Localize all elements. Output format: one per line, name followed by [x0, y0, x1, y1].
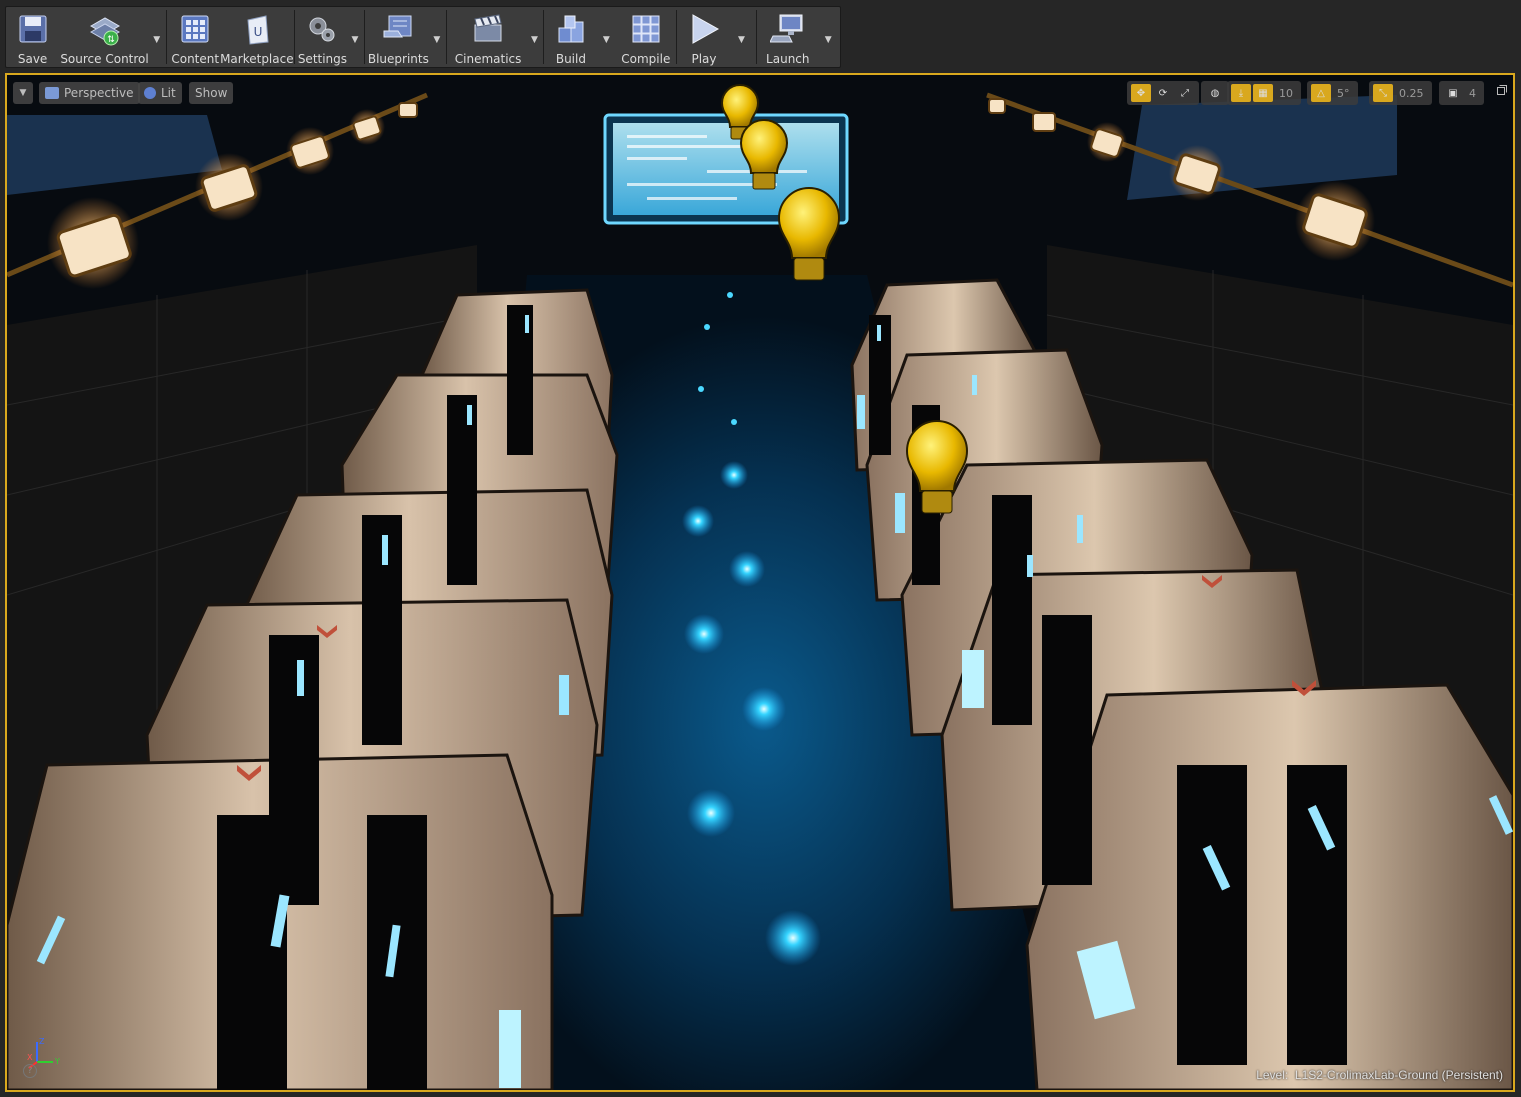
axis-x-label: X	[27, 1053, 33, 1062]
compile-icon	[628, 11, 664, 47]
rotation-snap-value[interactable]: 5°	[1332, 87, 1355, 100]
build-icon	[553, 11, 589, 47]
toolbar-separator	[543, 10, 545, 64]
launch-label: Launch	[766, 52, 810, 66]
cinematics-label: Cinematics	[454, 52, 522, 66]
lit-label: Lit	[161, 86, 176, 100]
content-browser-icon	[177, 11, 213, 47]
play-label: Play	[691, 52, 717, 66]
build-dropdown-arrow[interactable]: ▼	[596, 7, 618, 67]
play-icon	[686, 11, 722, 47]
camera-speed-icon[interactable]: ▣	[1443, 84, 1463, 102]
perspective-icon	[45, 87, 59, 99]
level-viewport[interactable]: ▼ Perspective Lit Show ✥ ⟳ ⤢ ◍ ⤓ ▦ 10 △ …	[5, 73, 1515, 1092]
compile-button[interactable]: Compile	[617, 7, 674, 67]
marketplace-label: Marketplace	[220, 52, 294, 66]
perspective-label: Perspective	[64, 86, 134, 100]
perspective-button[interactable]: Perspective	[39, 82, 140, 104]
blueprints-label: Blueprints	[367, 52, 429, 66]
main-toolbar: Save ⇅ Source Control ▼ Content U Market…	[5, 6, 841, 68]
toolbar-separator	[756, 10, 758, 64]
cinematics-icon	[470, 11, 506, 47]
svg-text:⇅: ⇅	[107, 35, 115, 45]
camera-speed-group: ▣ 4	[1439, 81, 1484, 105]
content-label: Content	[171, 52, 220, 66]
rotation-snap-group: △ 5°	[1307, 81, 1358, 105]
translate-icon[interactable]: ✥	[1131, 84, 1151, 102]
coordinate-system-group: ◍	[1201, 81, 1229, 105]
lit-button[interactable]: Lit	[138, 82, 182, 104]
play-button[interactable]: Play	[679, 7, 728, 67]
cinematics-button[interactable]: Cinematics	[449, 7, 528, 67]
axis-y-label: Y	[54, 1057, 60, 1066]
grid-snap-value[interactable]: 10	[1274, 87, 1298, 100]
toolbar-separator	[445, 10, 447, 64]
toolbar-separator	[363, 10, 365, 64]
source-control-button[interactable]: ⇅ Source Control	[59, 7, 150, 67]
blueprints-dropdown-arrow[interactable]: ▼	[430, 7, 444, 67]
transform-tools-group: ✥ ⟳ ⤢	[1127, 81, 1199, 105]
settings-label: Settings	[297, 52, 348, 66]
content-button[interactable]: Content	[169, 7, 222, 67]
toolbar-separator	[165, 10, 167, 64]
toolbar-separator	[676, 10, 678, 64]
grid-snap-group: ⤓ ▦ 10	[1227, 81, 1301, 105]
launch-icon	[769, 11, 806, 47]
help-icon[interactable]: ?	[23, 1064, 37, 1078]
level-prefix: Level:	[1256, 1068, 1289, 1082]
build-label: Build	[555, 52, 586, 66]
blueprints-icon	[380, 11, 416, 47]
rotate-icon[interactable]: ⟳	[1153, 84, 1173, 102]
marketplace-button[interactable]: U Marketplace	[220, 7, 294, 67]
compile-label: Compile	[621, 52, 671, 66]
scale-snap-group: ⤡ 0.25	[1369, 81, 1432, 105]
level-indicator: Level: L1S2-CrolimaxLab-Ground (Persiste…	[1256, 1068, 1503, 1082]
build-button[interactable]: Build	[546, 7, 595, 67]
scale-snap-value[interactable]: 0.25	[1394, 87, 1429, 100]
chevron-down-icon: ▼	[19, 88, 27, 98]
show-button[interactable]: Show	[189, 82, 234, 104]
launch-dropdown-arrow[interactable]: ▼	[816, 7, 840, 67]
grid-snap-icon[interactable]: ▦	[1253, 84, 1273, 102]
source-control-label: Source Control	[60, 52, 149, 66]
surface-snap-icon[interactable]: ⤓	[1231, 84, 1251, 102]
level-name: L1S2-CrolimaxLab-Ground (Persistent)	[1294, 1068, 1503, 1082]
save-icon	[15, 11, 51, 47]
launch-button[interactable]: Launch	[759, 7, 816, 67]
lit-sphere-icon	[144, 87, 156, 99]
viewport-scene	[7, 75, 1513, 1090]
blueprints-button[interactable]: Blueprints	[367, 7, 430, 67]
settings-button[interactable]: Settings	[297, 7, 348, 67]
play-dropdown-arrow[interactable]: ▼	[729, 7, 755, 67]
axis-z-label: Z	[39, 1037, 45, 1046]
camera-speed-value[interactable]: 4	[1464, 87, 1481, 100]
cinematics-dropdown-arrow[interactable]: ▼	[528, 7, 542, 67]
scale-icon[interactable]: ⤢	[1175, 84, 1195, 102]
save-label: Save	[17, 52, 48, 66]
source-control-dropdown-arrow[interactable]: ▼	[150, 7, 164, 67]
maximize-viewport-icon[interactable]	[1497, 85, 1507, 95]
save-button[interactable]: Save	[6, 7, 59, 67]
scale-snap-icon[interactable]: ⤡	[1373, 84, 1393, 102]
source-control-icon: ⇅	[87, 11, 123, 47]
rotation-snap-icon[interactable]: △	[1311, 84, 1331, 102]
show-label: Show	[195, 86, 228, 100]
viewport-options-dropdown[interactable]: ▼	[13, 82, 33, 104]
marketplace-icon: U	[239, 11, 275, 47]
world-globe-icon[interactable]: ◍	[1205, 84, 1225, 102]
svg-text:U: U	[253, 25, 262, 39]
settings-icon	[304, 11, 340, 47]
toolbar-separator	[293, 10, 295, 64]
settings-dropdown-arrow[interactable]: ▼	[348, 7, 362, 67]
